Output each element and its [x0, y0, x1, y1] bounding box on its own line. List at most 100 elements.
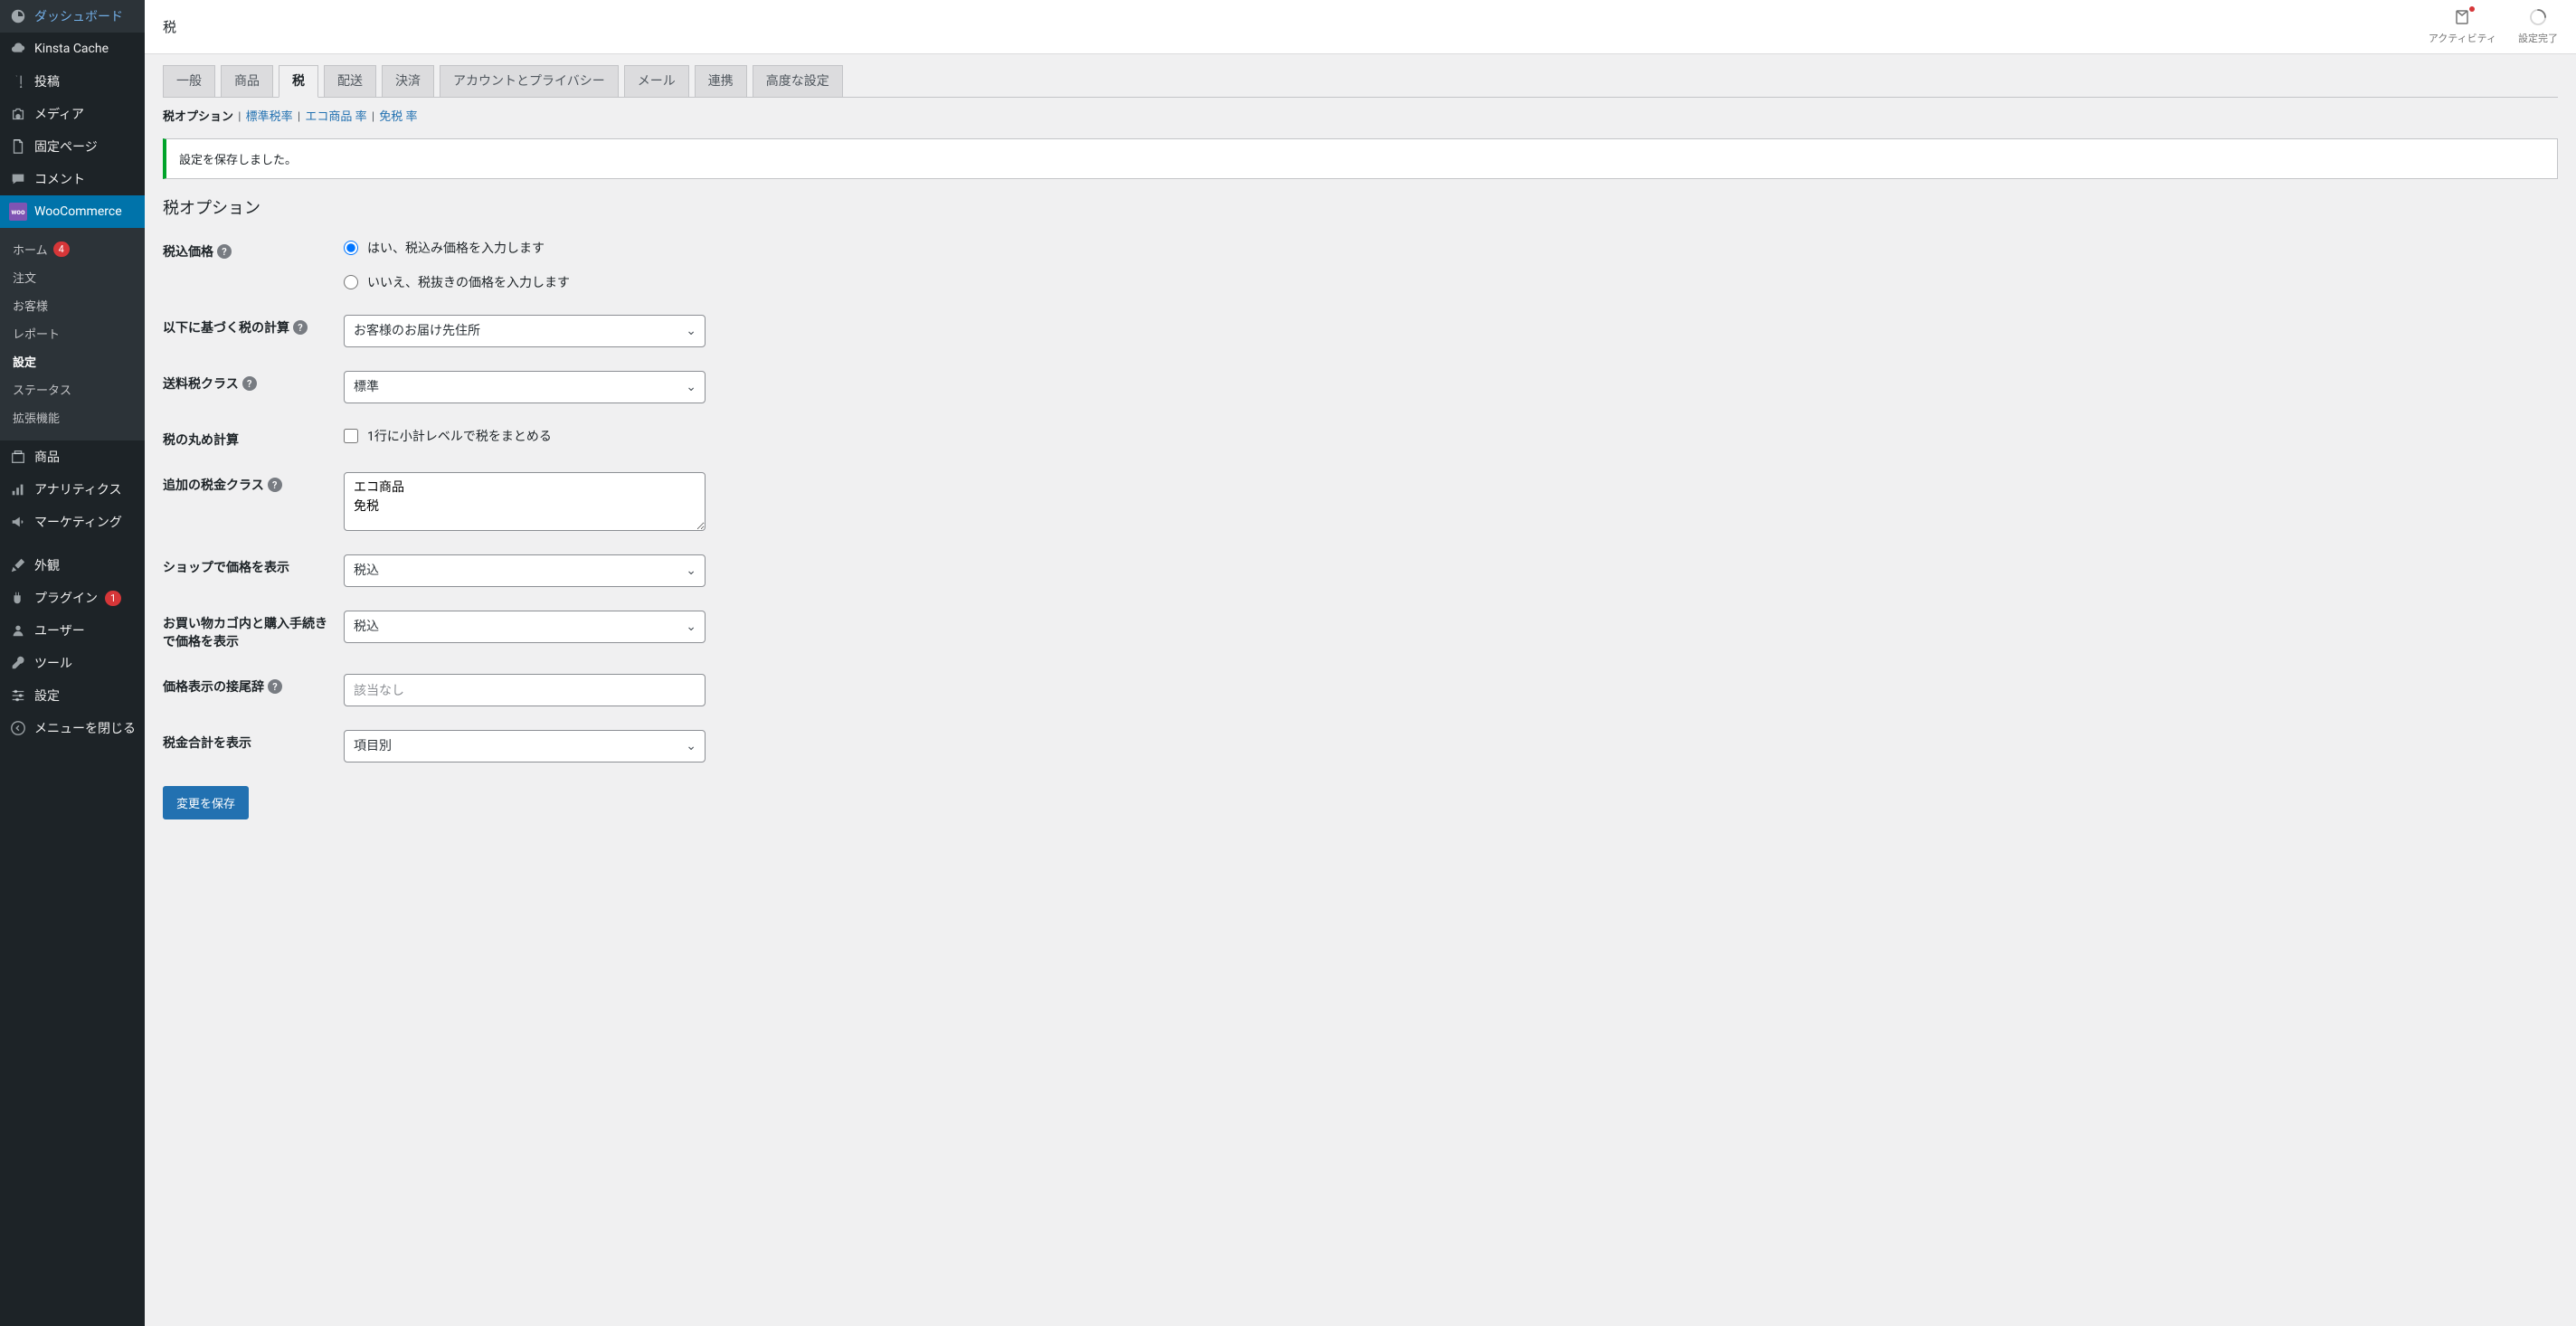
notification-dot — [2469, 6, 2475, 12]
sidebar-item-kinsta[interactable]: Kinsta Cache — [0, 33, 145, 65]
tab-integration[interactable]: 連携 — [695, 65, 747, 97]
sidebar-label: ユーザー — [34, 621, 85, 639]
progress-icon — [2529, 8, 2547, 31]
submenu-extensions[interactable]: 拡張機能 — [0, 403, 145, 431]
tab-advanced[interactable]: 高度な設定 — [753, 65, 843, 97]
sidebar-label: 設定 — [34, 687, 60, 705]
subnav-eco[interactable]: エコ商品 率 — [305, 110, 366, 124]
sidebar-item-settings[interactable]: 設定 — [0, 679, 145, 712]
tab-general[interactable]: 一般 — [163, 65, 215, 97]
help-icon[interactable]: ? — [217, 244, 232, 259]
sidebar-item-comments[interactable]: コメント — [0, 163, 145, 195]
page-icon — [9, 137, 27, 156]
select-display-cart[interactable]: 税込 — [344, 611, 706, 643]
sidebar-label: マーケティング — [34, 513, 122, 531]
submenu-reports[interactable]: レポート — [0, 319, 145, 347]
submenu-label: ホーム — [13, 241, 48, 258]
tab-emails[interactable]: メール — [624, 65, 689, 97]
help-icon[interactable]: ? — [268, 679, 282, 694]
sidebar-item-dashboard[interactable]: ダッシュボード — [0, 0, 145, 33]
checkbox-rounding[interactable]: 1行に小計レベルで税をまとめる — [344, 427, 552, 445]
tax-subnav: 税オプション | 標準税率 | エコ商品 率 | 免税 率 — [163, 107, 2558, 124]
label-additional-classes: 追加の税金クラス — [163, 476, 264, 494]
select-display-shop[interactable]: 税込 — [344, 554, 706, 587]
radio-exclusive-input[interactable] — [344, 275, 358, 289]
collapse-icon — [9, 719, 27, 737]
select-shipping-tax-class[interactable]: 標準 — [344, 371, 706, 403]
sidebar-item-plugins[interactable]: プラグイン 1 — [0, 582, 145, 614]
input-price-suffix[interactable] — [344, 674, 706, 706]
help-icon[interactable]: ? — [242, 376, 257, 391]
count-badge: 1 — [105, 591, 121, 606]
woocommerce-icon: woo — [9, 203, 27, 221]
sidebar-label: プラグイン — [34, 589, 98, 607]
sidebar-label: 投稿 — [34, 72, 60, 90]
pin-icon — [9, 72, 27, 90]
brush-icon — [9, 556, 27, 574]
section-title: 税オプション — [163, 195, 2558, 219]
label-prices-with-tax: 税込価格 — [163, 242, 213, 260]
setup-button[interactable]: 設定完了 — [2518, 8, 2558, 45]
sidebar-item-analytics[interactable]: アナリティクス — [0, 473, 145, 506]
submenu-settings[interactable]: 設定 — [0, 347, 145, 375]
sidebar-item-pages[interactable]: 固定ページ — [0, 130, 145, 163]
help-icon[interactable]: ? — [293, 320, 308, 335]
megaphone-icon — [9, 513, 27, 531]
woocommerce-submenu: ホーム 4 注文 お客様 レポート 設定 ステータス 拡張機能 — [0, 228, 145, 440]
subnav-options[interactable]: 税オプション — [163, 110, 233, 124]
dashboard-icon — [9, 7, 27, 25]
settings-tabs: 一般 商品 税 配送 決済 アカウントとプライバシー メール 連携 高度な設定 — [163, 65, 2558, 98]
label-calc-based-on: 以下に基づく税の計算 — [163, 318, 289, 336]
wrench-icon — [9, 654, 27, 672]
tab-accounts[interactable]: アカウントとプライバシー — [440, 65, 619, 97]
submenu-orders[interactable]: 注文 — [0, 263, 145, 291]
sidebar-item-tools[interactable]: ツール — [0, 647, 145, 679]
count-badge: 4 — [53, 242, 70, 257]
inbox-icon — [2453, 8, 2471, 31]
sidebar-label: コメント — [34, 170, 85, 188]
tab-products[interactable]: 商品 — [221, 65, 273, 97]
radio-exclusive[interactable]: いいえ、税抜きの価格を入力します — [344, 273, 570, 291]
sidebar-item-marketing[interactable]: マーケティング — [0, 506, 145, 538]
radio-inclusive[interactable]: はい、税込み価格を入力します — [344, 239, 570, 257]
sidebar-label: 商品 — [34, 448, 60, 466]
sidebar-label: メニューを閉じる — [34, 719, 136, 737]
sidebar-item-appearance[interactable]: 外観 — [0, 549, 145, 582]
sidebar-item-users[interactable]: ユーザー — [0, 614, 145, 647]
sidebar-label: ダッシュボード — [34, 7, 123, 25]
submenu-customers[interactable]: お客様 — [0, 291, 145, 319]
select-display-totals[interactable]: 項目別 — [344, 730, 706, 762]
subnav-standard[interactable]: 標準税率 — [246, 110, 293, 124]
subnav-exempt[interactable]: 免税 率 — [379, 110, 417, 124]
save-button[interactable]: 変更を保存 — [163, 786, 249, 819]
label-shipping-tax-class: 送料税クラス — [163, 374, 239, 393]
product-icon — [9, 448, 27, 466]
label-display-shop: ショップで価格を表示 — [163, 558, 289, 576]
sidebar-label: 固定ページ — [34, 137, 98, 156]
activity-button[interactable]: アクティビティ — [2429, 8, 2496, 45]
tab-tax[interactable]: 税 — [279, 65, 318, 98]
tab-shipping[interactable]: 配送 — [324, 65, 376, 97]
sidebar-item-woocommerce[interactable]: woo WooCommerce — [0, 195, 145, 228]
label-rounding: 税の丸め計算 — [163, 431, 239, 449]
sidebar-label: WooCommerce — [34, 204, 122, 219]
media-icon — [9, 105, 27, 123]
main-area: 税 アクティビティ 設定完了 一般 — [145, 0, 2576, 1326]
plugin-icon — [9, 589, 27, 607]
sidebar-item-collapse[interactable]: メニューを閉じる — [0, 712, 145, 744]
textarea-additional-classes[interactable]: エコ商品 免税 — [344, 472, 706, 531]
radio-inclusive-input[interactable] — [344, 241, 358, 255]
select-calc-based-on[interactable]: お客様のお届け先住所 — [344, 315, 706, 347]
sidebar-item-posts[interactable]: 投稿 — [0, 65, 145, 98]
label-price-suffix: 価格表示の接尾辞 — [163, 677, 264, 696]
submenu-home[interactable]: ホーム 4 — [0, 235, 145, 263]
tab-payments[interactable]: 決済 — [382, 65, 434, 97]
page-title: 税 — [163, 17, 176, 36]
admin-sidebar: ダッシュボード Kinsta Cache 投稿 メディア 固定ページ — [0, 0, 145, 1326]
sidebar-item-products[interactable]: 商品 — [0, 440, 145, 473]
checkbox-rounding-input[interactable] — [344, 429, 358, 443]
help-icon[interactable]: ? — [268, 478, 282, 492]
topbar-label: 設定完了 — [2518, 31, 2558, 45]
sidebar-item-media[interactable]: メディア — [0, 98, 145, 130]
submenu-status[interactable]: ステータス — [0, 375, 145, 403]
